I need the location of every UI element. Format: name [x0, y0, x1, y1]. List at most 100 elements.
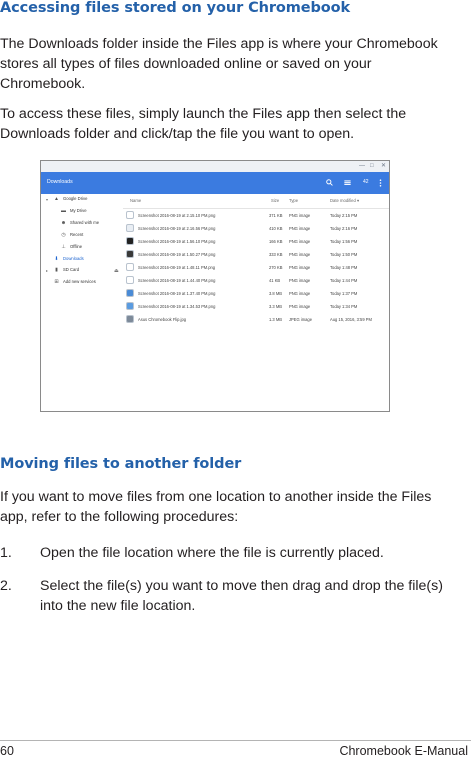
file-row[interactable]: Screenshot 2016-08-19 at 1.37.40 PM.png 3… [123, 287, 389, 300]
expand-caret-icon[interactable]: ▸ [46, 268, 48, 273]
file-type: PNG image [289, 304, 311, 309]
sidebar-item-label: Shared with me [70, 220, 100, 225]
zoom-count[interactable]: 42 [363, 179, 369, 186]
text-line: Open the file location where the file is… [40, 545, 384, 561]
sidebar-item-my-drive[interactable]: ▬ My Drive [60, 206, 87, 216]
column-header-size[interactable]: Size [271, 194, 279, 208]
step-number: 2. [0, 578, 12, 594]
file-name: Screenshot 2016-08-19 at 1.37.40 PM.png [138, 291, 216, 296]
page-number: 60 [0, 744, 14, 758]
eject-icon[interactable]: ⏏ [114, 268, 119, 274]
file-date: Today 1:44 PM [330, 278, 358, 283]
sidebar-item-add-new-services[interactable]: ⊞ Add new services [53, 277, 96, 287]
file-date: Today 1:34 PM [330, 304, 358, 309]
sd-card-icon: ▮ [55, 267, 58, 273]
minimize-icon[interactable]: — [359, 163, 365, 169]
file-date: Today 1:50 PM [330, 252, 358, 257]
close-icon[interactable]: ✕ [381, 163, 386, 169]
file-name: Asus Chromebook Flip.jpg [138, 317, 187, 322]
file-date: Aug 15, 2016, 3:59 PM [330, 317, 372, 322]
step-number: 1. [0, 545, 12, 561]
text-line: stores all types of files downloaded onl… [0, 56, 372, 72]
column-header-name[interactable]: Name [130, 194, 141, 208]
footer-divider [0, 740, 471, 741]
file-name: Screenshot 2016-08-19 at 2.15.10 PM.png [138, 213, 216, 218]
sidebar-item-label: Offline [70, 244, 83, 249]
file-size: 41 KB [269, 278, 281, 283]
file-size: 1.3 MB [269, 317, 282, 322]
file-thumbnail-icon [126, 276, 134, 284]
file-type: PNG image [289, 278, 311, 283]
sidebar-item-label: SD Card [63, 267, 80, 272]
pin-icon: ⊥ [61, 244, 66, 250]
file-name: Screenshot 2016-08-19 at 2.16.56 PM.png [138, 226, 216, 231]
file-type: JPEG image [289, 317, 312, 322]
sidebar-item-google-drive[interactable]: ▲ Google Drive [53, 194, 87, 204]
file-thumbnail-icon [126, 250, 134, 258]
manual-title: Chromebook E-Manual [339, 744, 468, 758]
file-type: PNG image [289, 213, 311, 218]
sidebar-item-sd-card[interactable]: ▮ SD Card [53, 265, 79, 275]
file-row[interactable]: Screenshot 2016-08-19 at 2.16.56 PM.png 4… [123, 222, 389, 235]
file-size: 333 KB [269, 252, 283, 257]
folder-icon: ▬ [61, 208, 66, 214]
file-name: Screenshot 2016-08-19 at 1.48.11 PM.png [138, 265, 216, 270]
paragraph-moving-intro: If you want to move files from one locat… [0, 487, 468, 527]
text-line: To access these files, simply launch the… [0, 106, 407, 122]
step-text: Select the file(s) you want to move then… [40, 576, 468, 616]
file-list-header: Name Size Type Date modified ▾ [123, 194, 389, 209]
file-thumbnail-icon [126, 263, 134, 271]
file-row[interactable]: Screenshot 2016-08-19 at 1.48.11 PM.png 2… [123, 261, 389, 274]
download-icon: ⬇ [54, 256, 59, 262]
sidebar-item-offline[interactable]: ⊥ Offline [60, 242, 82, 252]
file-row[interactable]: Screenshot 2016-08-19 at 1.34.53 PM.png 3… [123, 300, 389, 313]
file-row[interactable]: Asus Chromebook Flip.jpg 1.3 MB JPEG image… [123, 313, 389, 326]
column-header-date[interactable]: Date modified ▾ [330, 194, 359, 208]
file-size: 166 KB [269, 239, 283, 244]
file-row[interactable]: Screenshot 2016-08-19 at 1.50.27 PM.png 3… [123, 248, 389, 261]
file-name: Screenshot 2016-08-19 at 1.56.10 PM.png [138, 239, 216, 244]
expand-caret-icon[interactable]: ▾ [46, 197, 48, 202]
sidebar-item-label: Google Drive [63, 196, 88, 201]
sidebar-item-shared-with-me[interactable]: ☻ Shared with me [60, 218, 99, 228]
maximize-icon[interactable]: □ [370, 163, 374, 169]
file-date: Today 2:15 PM [330, 213, 358, 218]
file-type: PNG image [289, 239, 311, 244]
clock-icon: ◷ [61, 232, 66, 238]
sidebar-item-label: My Drive [70, 208, 87, 213]
sidebar-item-label: Add new services [63, 279, 96, 284]
grid-view-icon[interactable] [344, 179, 351, 189]
file-size: 410 KB [269, 226, 283, 231]
file-row[interactable]: Screenshot 2016-08-19 at 1.56.10 PM.png 1… [123, 235, 389, 248]
sidebar-item-label: Recent [70, 232, 84, 237]
text-line: app, refer to the following procedures: [0, 509, 239, 525]
text-line: into the new file location. [40, 598, 196, 614]
file-thumbnail-icon [126, 237, 134, 245]
text-line: Chromebook. [0, 76, 86, 92]
file-date: Today 2:16 PM [330, 226, 358, 231]
sidebar-item-recent[interactable]: ◷ Recent [60, 230, 83, 240]
sidebar-item-label: Downloads [63, 256, 84, 261]
people-icon: ☻ [60, 220, 67, 226]
more-icon[interactable] [379, 179, 382, 190]
files-app-screenshot: — □ ✕ Downloads 42 ▾ ▲ Google Drive ▬ My D… [40, 160, 390, 412]
file-row[interactable]: Screenshot 2016-08-19 at 2.15.10 PM.png 3… [123, 209, 389, 222]
file-size: 371 KB [269, 213, 283, 218]
sidebar-item-downloads[interactable]: ⬇ Downloads [53, 254, 84, 264]
file-row[interactable]: Screenshot 2016-08-19 at 1.44.40 PM.png 4… [123, 274, 389, 287]
file-date: Today 1:56 PM [330, 239, 358, 244]
file-thumbnail-icon [126, 211, 134, 219]
file-type: PNG image [289, 226, 311, 231]
file-list: Name Size Type Date modified ▾ Screensho… [123, 194, 389, 411]
text-line: The Downloads folder inside the Files ap… [0, 36, 438, 52]
file-name: Screenshot 2016-08-19 at 1.44.40 PM.png [138, 278, 216, 283]
text-line: Downloads folder and click/tap the file … [0, 126, 355, 142]
text-line: Select the file(s) you want to move then… [40, 578, 443, 594]
file-thumbnail-icon [126, 315, 134, 323]
file-name: Screenshot 2016-08-19 at 1.34.53 PM.png [138, 304, 216, 309]
search-icon[interactable] [326, 179, 333, 189]
paragraph-access-files: To access these files, simply launch the… [0, 104, 468, 144]
paragraph-downloads-folder: The Downloads folder inside the Files ap… [0, 34, 468, 94]
column-header-type[interactable]: Type [289, 194, 298, 208]
file-thumbnail-icon [126, 224, 134, 232]
